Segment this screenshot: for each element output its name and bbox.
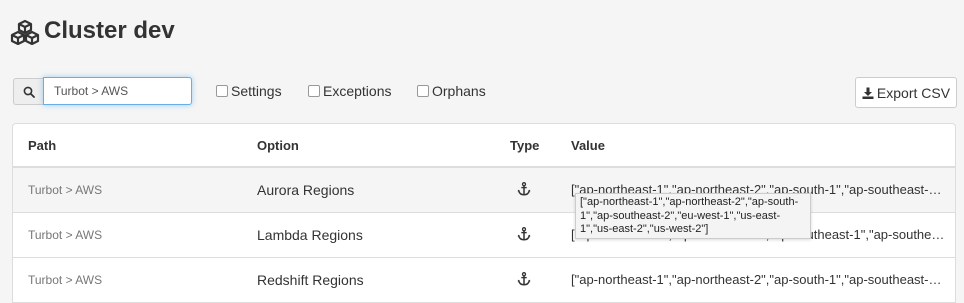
path-cell: Turbot > AWS (28, 273, 103, 287)
table-row[interactable]: Turbot > AWS Redshift Regions ["ap-north… (13, 258, 955, 303)
search-icon (23, 86, 35, 98)
settings-checkbox[interactable]: Settings (216, 83, 282, 99)
option-cell[interactable]: Aurora Regions (257, 182, 354, 198)
checkbox-box[interactable] (308, 85, 320, 97)
anchor-icon (517, 272, 531, 286)
orphans-label: Orphans (432, 83, 486, 99)
value-cell[interactable]: ["ap-northeast-1","ap-northeast-2","ap-s… (571, 272, 945, 287)
options-table: Path Option Type Value Turbot > AWS Auro… (12, 123, 956, 303)
path-cell: Turbot > AWS (28, 228, 103, 242)
column-header-type[interactable]: Type (510, 138, 539, 153)
column-header-option[interactable]: Option (257, 138, 299, 153)
page-header: Cluster dev (0, 0, 964, 68)
checkbox-box[interactable] (417, 85, 429, 97)
path-cell: Turbot > AWS (28, 183, 103, 197)
option-cell[interactable]: Lambda Regions (257, 227, 363, 243)
export-csv-label: Export CSV (876, 84, 951, 101)
table-row[interactable]: Turbot > AWS Lambda Regions ["ap-northea… (13, 213, 955, 258)
anchor-icon (517, 182, 531, 196)
value-tooltip: ["ap-northeast-1","ap-northeast-2","ap-s… (575, 193, 811, 239)
search-button[interactable] (13, 78, 44, 105)
orphans-checkbox[interactable]: Orphans (417, 83, 486, 99)
anchor-icon (517, 227, 531, 241)
checkbox-box[interactable] (216, 85, 228, 97)
exceptions-checkbox[interactable]: Exceptions (308, 83, 391, 99)
search-input[interactable] (43, 77, 192, 105)
column-header-path[interactable]: Path (28, 138, 56, 153)
column-header-value[interactable]: Value (571, 138, 605, 153)
download-icon (862, 87, 874, 99)
exceptions-label: Exceptions (323, 83, 392, 99)
page-title: Cluster dev (44, 17, 175, 44)
option-cell[interactable]: Redshift Regions (257, 272, 364, 288)
table-header: Path Option Type Value (13, 124, 955, 168)
toolbar: Settings Exceptions Orphans Export CSV (0, 68, 964, 118)
cubes-icon (10, 19, 40, 46)
table-row[interactable]: Turbot > AWS Aurora Regions ["ap-northea… (13, 168, 955, 213)
export-csv-button[interactable]: Export CSV (855, 77, 957, 108)
settings-label: Settings (231, 83, 282, 99)
